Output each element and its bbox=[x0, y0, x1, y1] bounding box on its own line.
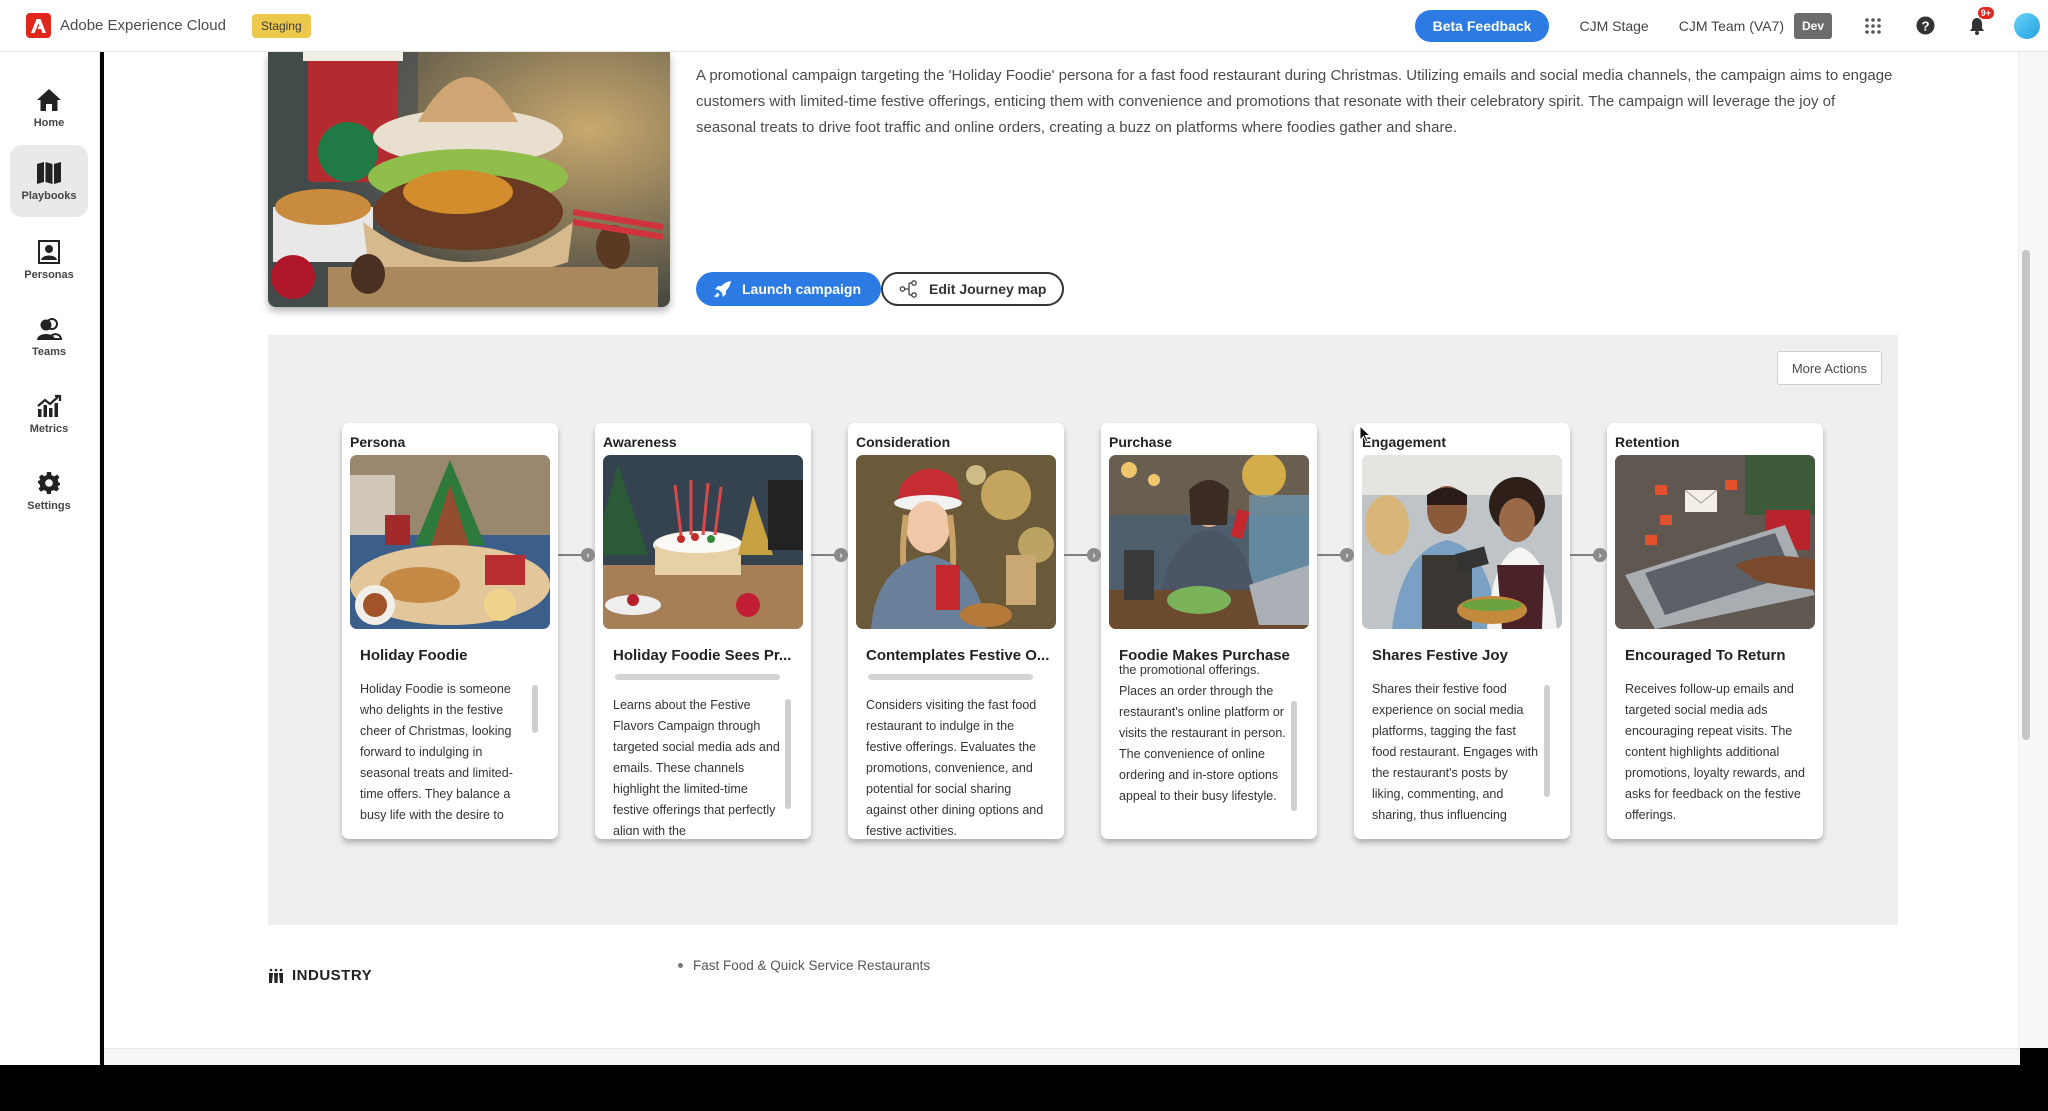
chevron-right-icon[interactable]: › bbox=[1087, 548, 1101, 562]
team-env-badge: Dev bbox=[1793, 12, 1832, 39]
stage-image-engagement bbox=[1362, 455, 1562, 629]
edit-journey-map-label: Edit Journey map bbox=[929, 281, 1047, 297]
card-title: Shares Festive Joy bbox=[1372, 647, 1508, 664]
launch-campaign-label: Launch campaign bbox=[742, 281, 862, 297]
card-description: Considers visiting the fast food restaur… bbox=[866, 698, 1044, 835]
sidebar-item-label: Metrics bbox=[29, 422, 69, 435]
team-switcher[interactable]: CJM Team (VA7) bbox=[1679, 18, 1784, 34]
card-description: Receives follow-up emails and targeted s… bbox=[1625, 682, 1805, 822]
journey-card-awareness[interactable]: Awareness Holiday Foodie Sees Pr... Lear… bbox=[595, 423, 811, 839]
main-footer-edge bbox=[104, 1048, 2020, 1065]
stage-image-awareness bbox=[603, 455, 803, 629]
sidebar-item-label: Playbooks bbox=[21, 189, 77, 202]
card-title: Holiday Foodie Sees Pr... bbox=[613, 647, 792, 664]
sidebar-item-label: Settings bbox=[27, 499, 71, 512]
title-horizontal-scrollbar[interactable] bbox=[615, 674, 780, 680]
stage-image-consideration bbox=[856, 455, 1056, 629]
card-description: Shares their festive food experience on … bbox=[1372, 682, 1539, 822]
card-scrollbar[interactable] bbox=[785, 699, 791, 809]
bell-icon[interactable]: 9+ bbox=[1966, 6, 1994, 37]
notification-count-badge: 9+ bbox=[1977, 6, 1994, 19]
environment-badge: Staging bbox=[251, 13, 311, 38]
metrics-icon bbox=[37, 394, 62, 417]
page-scrollbar-thumb[interactable] bbox=[2022, 250, 2030, 740]
title-horizontal-scrollbar[interactable] bbox=[868, 674, 1033, 680]
sidebar-item-label: Personas bbox=[24, 268, 74, 281]
edit-journey-map-button[interactable]: Edit Journey map bbox=[881, 272, 1065, 306]
map-icon bbox=[37, 161, 61, 184]
stage-label: Purchase bbox=[1109, 434, 1173, 450]
more-actions-button[interactable]: More Actions bbox=[1776, 351, 1882, 385]
adobe-logo-icon bbox=[26, 13, 51, 38]
card-scrollbar[interactable] bbox=[1291, 701, 1297, 811]
card-title: Contemplates Festive O... bbox=[866, 647, 1050, 664]
journey-card-retention[interactable]: Retention Encouraged To Return Receives … bbox=[1607, 423, 1823, 839]
home-icon bbox=[37, 88, 61, 111]
chevron-right-icon[interactable]: › bbox=[1340, 548, 1354, 562]
card-title: Encouraged To Return bbox=[1625, 647, 1786, 664]
stage-label: Engagement bbox=[1362, 434, 1447, 450]
app-name: Adobe Experience Cloud bbox=[60, 17, 226, 34]
stage-label: Retention bbox=[1615, 434, 1680, 450]
stage-image-purchase bbox=[1109, 455, 1309, 629]
industry-label: INDUSTRY bbox=[292, 967, 373, 984]
launch-campaign-button[interactable]: Launch campaign bbox=[696, 272, 882, 306]
top-bar: Adobe Experience Cloud Staging Beta Feed… bbox=[0, 0, 2048, 52]
persona-icon bbox=[38, 239, 60, 264]
mouse-cursor-icon bbox=[1359, 425, 1371, 443]
campaign-description: A promotional campaign targeting the 'Ho… bbox=[696, 67, 1893, 136]
rocket-icon bbox=[714, 281, 731, 298]
gear-icon bbox=[38, 471, 60, 494]
org-switcher[interactable]: CJM Stage bbox=[1579, 18, 1648, 34]
journey-card-purchase[interactable]: Purchase Foodie Makes Purchase the promo… bbox=[1101, 423, 1317, 839]
page-scrollbar[interactable] bbox=[2018, 52, 2048, 1048]
stage-label: Awareness bbox=[603, 434, 677, 450]
journey-map-icon bbox=[899, 280, 917, 298]
industry-list-item: Fast Food & Quick Service Restaurants bbox=[678, 958, 930, 973]
sidebar-item-settings[interactable]: Settings bbox=[10, 455, 88, 527]
journey-card-persona[interactable]: Persona Holiday Foodie Holiday Foodie is… bbox=[342, 423, 558, 839]
apps-grid-icon[interactable] bbox=[1862, 15, 1884, 37]
card-description: Learns about the Festive Flavors Campaig… bbox=[613, 698, 780, 835]
beta-feedback-button[interactable]: Beta Feedback bbox=[1414, 9, 1550, 42]
industry-icon bbox=[269, 968, 283, 983]
campaign-hero-image bbox=[268, 52, 670, 307]
card-description: the promotional offerings. Places an ord… bbox=[1119, 663, 1286, 803]
svg-text:?: ? bbox=[1921, 18, 1929, 33]
help-icon[interactable]: ? bbox=[1914, 15, 1936, 37]
user-avatar[interactable] bbox=[2014, 12, 2040, 39]
bullet bbox=[678, 963, 683, 968]
sidebar-item-personas[interactable]: Personas bbox=[10, 224, 88, 296]
stage-label: Persona bbox=[350, 434, 406, 450]
industry-value: Fast Food & Quick Service Restaurants bbox=[693, 958, 931, 973]
stage-image-persona bbox=[350, 455, 550, 629]
chevron-right-icon[interactable]: › bbox=[581, 548, 595, 562]
sidebar-item-label: Teams bbox=[31, 345, 67, 358]
journey-card-engagement[interactable]: Engagement Shares Festive Joy Shares the… bbox=[1354, 423, 1570, 839]
card-title: Holiday Foodie bbox=[360, 647, 468, 664]
sidebar-item-home[interactable]: Home bbox=[10, 72, 88, 144]
journey-card-consideration[interactable]: Consideration Contemplates Festive O... … bbox=[848, 423, 1064, 839]
industry-heading: INDUSTRY bbox=[268, 967, 372, 984]
teams-icon bbox=[37, 317, 62, 340]
sidebar-item-label: Home bbox=[33, 116, 65, 129]
chevron-right-icon[interactable]: › bbox=[1593, 548, 1607, 562]
card-scrollbar[interactable] bbox=[1544, 685, 1550, 797]
sidebar-item-metrics[interactable]: Metrics bbox=[10, 378, 88, 450]
sidebar: Home Playbooks Personas Teams Metrics Se… bbox=[0, 52, 100, 1065]
card-description: Holiday Foodie is someone who delights i… bbox=[360, 682, 513, 822]
journey-map-panel: More Actions Persona Holiday Foodie Holi… bbox=[268, 335, 1898, 925]
card-scrollbar[interactable] bbox=[532, 685, 538, 733]
stage-label: Consideration bbox=[856, 434, 951, 450]
brand[interactable]: Adobe Experience Cloud bbox=[26, 13, 226, 38]
chevron-right-icon[interactable]: › bbox=[834, 548, 848, 562]
stage-image-retention bbox=[1615, 455, 1815, 629]
sidebar-item-playbooks[interactable]: Playbooks bbox=[10, 145, 88, 217]
sidebar-item-teams[interactable]: Teams bbox=[10, 301, 88, 373]
